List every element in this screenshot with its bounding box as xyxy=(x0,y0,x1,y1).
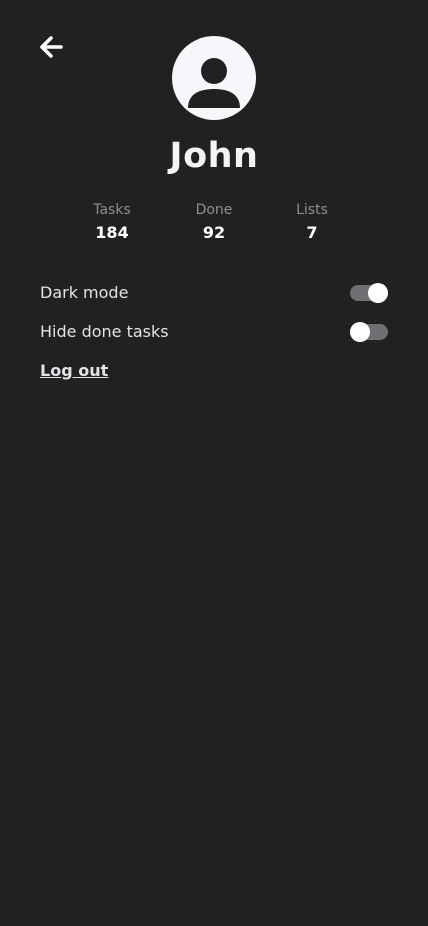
setting-label: Hide done tasks xyxy=(40,322,169,341)
logout-link[interactable]: Log out xyxy=(40,359,108,383)
avatar xyxy=(172,36,256,120)
setting-dark-mode: Dark mode xyxy=(40,281,388,305)
hide-done-tasks-toggle[interactable] xyxy=(350,322,388,342)
stat-value: 184 xyxy=(95,223,129,242)
profile-name: John xyxy=(169,136,259,176)
user-silhouette-icon xyxy=(188,58,240,108)
toggle-knob xyxy=(368,283,388,303)
stat-value: 7 xyxy=(306,223,318,242)
dark-mode-toggle[interactable] xyxy=(350,283,388,303)
stat-lists: Lists 7 xyxy=(267,200,357,246)
stat-label: Done xyxy=(195,202,233,218)
toggle-knob xyxy=(350,322,370,342)
stat-label: Tasks xyxy=(93,202,131,218)
setting-label: Dark mode xyxy=(40,283,129,302)
back-button[interactable] xyxy=(36,32,66,62)
arrow-left-icon xyxy=(40,36,63,58)
stat-label: Lists xyxy=(296,202,328,218)
stat-tasks: Tasks 184 xyxy=(67,200,157,246)
stat-value: 92 xyxy=(202,223,226,242)
setting-hide-done-tasks: Hide done tasks xyxy=(40,320,388,344)
stat-done: Done 92 xyxy=(169,200,259,246)
